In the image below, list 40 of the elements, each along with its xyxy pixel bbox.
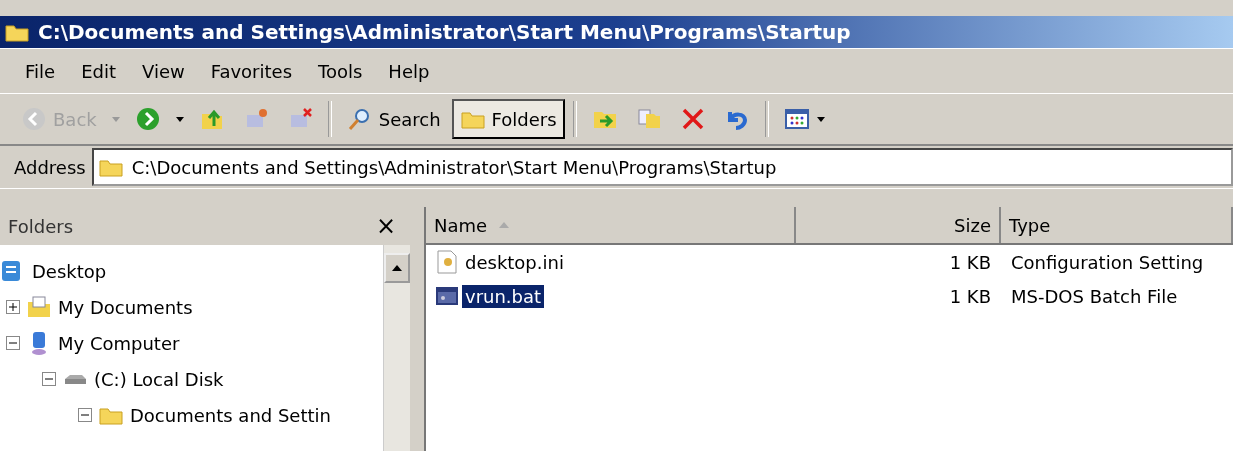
scrollbar[interactable] [383,245,410,451]
up-arrow-icon [392,265,402,271]
table-cell-text: MS-DOS Batch File [1010,285,1179,307]
caret-icon [815,114,826,124]
file-name[interactable]: desktop.ini [462,250,567,274]
tree-item[interactable]: Documents and Settin [130,404,331,426]
menu-item[interactable]: File [14,56,67,86]
caret-icon [110,114,121,124]
close-button[interactable]: × [369,212,402,240]
settings-file-icon [434,249,460,275]
column-header[interactable]: Type [1001,207,1233,243]
window-title: C:\Documents and Settings\Administrator\Start Menu\Programs\Startup [38,20,851,44]
tree-item[interactable]: Desktop [32,260,107,282]
menu-item[interactable]: Help [377,56,441,86]
menu-item[interactable]: Favorites [199,56,303,86]
address-field[interactable]: C:\Documents and Settings\Administrator\Start Menu\Programs\Startup [91,148,1233,186]
menu-item[interactable]: View [131,56,196,86]
table-cell-text: 1 KB [948,251,992,273]
file-name[interactable]: vrun.bat [462,284,545,308]
tree-item[interactable]: (C:) Local Disk [94,368,224,390]
collapse-icon[interactable] [6,336,20,350]
documents-folder-icon [26,294,52,320]
collapse-icon[interactable] [42,372,56,386]
menu-item[interactable]: Tools [307,56,374,86]
table-cell-text: 1 KB [948,285,992,307]
column-header[interactable]: Name [426,207,796,243]
menu-item[interactable]: Edit [70,56,127,86]
collapse-icon[interactable] [78,408,92,422]
pane-title: Folders [8,215,73,237]
tree-item[interactable]: My Documents [58,296,193,318]
scroll-up-button[interactable] [384,253,410,283]
folders-button[interactable]: Folders [451,99,565,139]
search-button[interactable]: Search [339,99,448,139]
caret-icon [174,114,185,124]
table-cell-text: Configuration Setting [1010,251,1205,273]
expand-icon[interactable] [6,300,20,314]
tree-item[interactable]: My Computer [58,332,180,354]
views-icon [783,106,810,132]
column-header[interactable]: Size [796,207,1001,243]
address-label: Address [14,156,86,178]
